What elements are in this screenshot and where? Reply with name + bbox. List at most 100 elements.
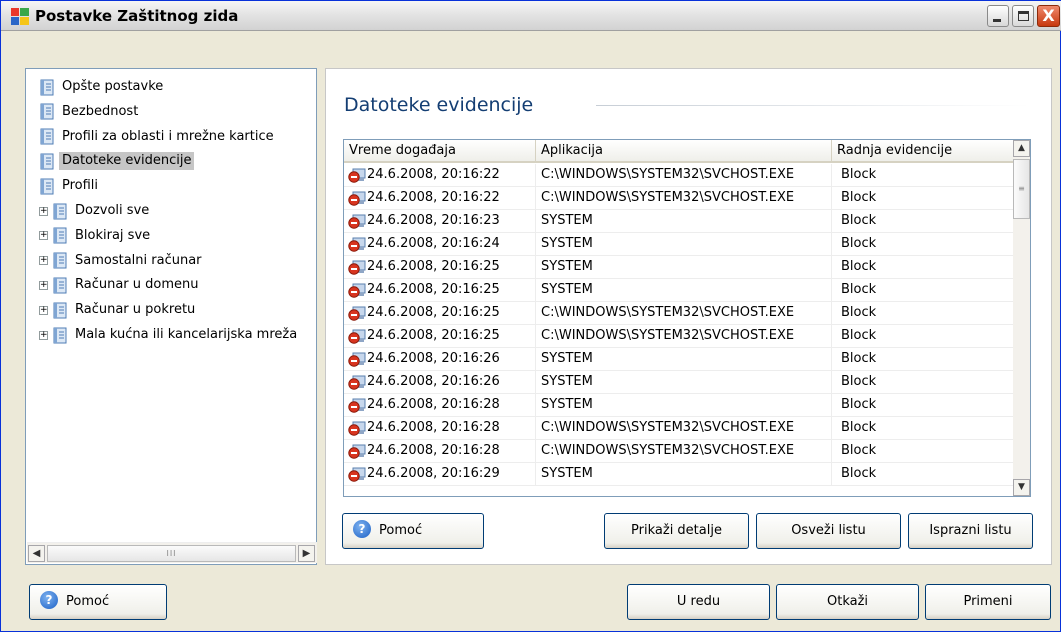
expand-icon[interactable]: + bbox=[39, 280, 48, 290]
help-icon: ? bbox=[40, 591, 58, 609]
profile-document-icon bbox=[40, 153, 54, 170]
apply-button[interactable]: Primeni bbox=[925, 584, 1051, 620]
title-bar[interactable]: Postavke Zaštitnog zida X bbox=[1, 1, 1061, 31]
tree-item[interactable]: Profili za oblasti i mrežne kartice bbox=[39, 128, 277, 146]
expand-icon[interactable]: + bbox=[39, 305, 48, 315]
tree-item[interactable]: + Samostalni računar bbox=[39, 252, 205, 270]
tree-item[interactable]: + Računar u domenu bbox=[39, 276, 202, 294]
table-header: Vreme događaja Aplikacija Radnja evidenc… bbox=[344, 140, 1019, 163]
maximize-icon bbox=[1018, 11, 1029, 21]
cell-time: 24.6.2008, 20:16:28 bbox=[344, 417, 536, 439]
cell-application: C:\WINDOWS\SYSTEM32\SVCHOST.EXE bbox=[536, 302, 832, 324]
expand-icon[interactable]: + bbox=[39, 206, 48, 216]
footer-help-button[interactable]: ? Pomoć bbox=[29, 584, 167, 620]
cell-time: 24.6.2008, 20:16:22 bbox=[344, 187, 536, 209]
cell-application: SYSTEM bbox=[536, 463, 832, 485]
table-row[interactable]: 24.6.2008, 20:16:25 SYSTEM Block bbox=[344, 279, 1019, 302]
settings-tree[interactable]: Opšte postavke Bezbednost Profili za oblas… bbox=[25, 68, 317, 565]
panel-help-label: Pomoć bbox=[379, 523, 423, 538]
column-header-time[interactable]: Vreme događaja bbox=[344, 140, 536, 161]
blocked-event-icon bbox=[348, 168, 366, 183]
scroll-right-button[interactable]: ▶ bbox=[298, 545, 315, 562]
scroll-up-button[interactable]: ▲ bbox=[1013, 140, 1030, 157]
tree-item[interactable]: Profili bbox=[39, 177, 101, 195]
avg-logo-icon bbox=[11, 8, 29, 25]
table-row[interactable]: 24.6.2008, 20:16:28 SYSTEM Block bbox=[344, 394, 1019, 417]
clear-list-button[interactable]: Isprazni listu bbox=[908, 513, 1033, 549]
table-row[interactable]: 24.6.2008, 20:16:25 C:\WINDOWS\SYSTEM32\S… bbox=[344, 302, 1019, 325]
show-details-button[interactable]: Prikaži detalje bbox=[604, 513, 749, 549]
cell-action: Block bbox=[832, 463, 1019, 485]
table-row[interactable]: 24.6.2008, 20:16:28 C:\WINDOWS\SYSTEM32\S… bbox=[344, 417, 1019, 440]
footer-help-label: Pomoć bbox=[66, 594, 110, 609]
cell-action: Block bbox=[832, 187, 1019, 209]
log-table[interactable]: Vreme događaja Aplikacija Radnja evidenc… bbox=[343, 139, 1031, 497]
table-row[interactable]: 24.6.2008, 20:16:28 C:\WINDOWS\SYSTEM32\S… bbox=[344, 440, 1019, 463]
tree-item[interactable]: Opšte postavke bbox=[39, 78, 166, 96]
cell-application: SYSTEM bbox=[536, 371, 832, 393]
cell-action: Block bbox=[832, 394, 1019, 416]
column-header-action[interactable]: Radnja evidencije bbox=[832, 140, 1019, 161]
expand-icon[interactable]: + bbox=[39, 231, 48, 241]
ok-button[interactable]: U redu bbox=[627, 584, 770, 620]
tree-item[interactable]: + Dozvoli sve bbox=[39, 202, 152, 220]
cell-application: SYSTEM bbox=[536, 348, 832, 370]
scroll-thumb[interactable]: ≡ bbox=[1013, 159, 1030, 219]
profile-document-icon bbox=[53, 302, 67, 319]
expand-icon[interactable]: + bbox=[39, 256, 48, 266]
table-row[interactable]: 24.6.2008, 20:16:23 SYSTEM Block bbox=[344, 210, 1019, 233]
cell-time: 24.6.2008, 20:16:28 bbox=[344, 394, 536, 416]
cell-time: 24.6.2008, 20:16:26 bbox=[344, 371, 536, 393]
close-button[interactable]: X bbox=[1037, 5, 1060, 27]
table-row[interactable]: 24.6.2008, 20:16:25 C:\WINDOWS\SYSTEM32\S… bbox=[344, 325, 1019, 348]
cell-time: 24.6.2008, 20:16:25 bbox=[344, 279, 536, 301]
expand-icon[interactable]: + bbox=[39, 330, 48, 340]
maximize-button[interactable] bbox=[1012, 5, 1034, 27]
tree-horizontal-scrollbar[interactable]: ◀ III ▶ bbox=[27, 542, 317, 563]
table-row[interactable]: 24.6.2008, 20:16:26 SYSTEM Block bbox=[344, 348, 1019, 371]
scroll-left-button[interactable]: ◀ bbox=[28, 545, 45, 562]
scroll-down-button[interactable]: ▼ bbox=[1013, 479, 1030, 496]
cell-application: C:\WINDOWS\SYSTEM32\SVCHOST.EXE bbox=[536, 164, 832, 186]
tree-item-label: Blokiraj sve bbox=[75, 227, 151, 243]
panel-help-button[interactable]: ? Pomoć bbox=[342, 513, 484, 549]
tree-item[interactable]: + Računar u pokretu bbox=[39, 301, 198, 319]
cell-time: 24.6.2008, 20:16:25 bbox=[344, 302, 536, 324]
table-row[interactable]: 24.6.2008, 20:16:22 C:\WINDOWS\SYSTEM32\S… bbox=[344, 164, 1019, 187]
table-row[interactable]: 24.6.2008, 20:16:25 SYSTEM Block bbox=[344, 256, 1019, 279]
blocked-event-icon bbox=[348, 352, 366, 367]
cell-time: 24.6.2008, 20:16:29 bbox=[344, 463, 536, 485]
table-row[interactable]: 24.6.2008, 20:16:29 SYSTEM Block bbox=[344, 463, 1019, 486]
cell-time-text: 24.6.2008, 20:16:23 bbox=[367, 213, 500, 228]
blocked-event-icon bbox=[348, 306, 366, 321]
cell-application: SYSTEM bbox=[536, 279, 832, 301]
blocked-event-icon bbox=[348, 444, 366, 459]
table-row[interactable]: 24.6.2008, 20:16:24 SYSTEM Block bbox=[344, 233, 1019, 256]
table-vertical-scrollbar[interactable]: ▲ ≡ ▼ bbox=[1013, 140, 1030, 496]
table-row[interactable]: 24.6.2008, 20:16:22 C:\WINDOWS\SYSTEM32\S… bbox=[344, 187, 1019, 210]
tree-item[interactable]: Datoteke evidencije bbox=[39, 152, 195, 171]
profile-document-icon bbox=[53, 227, 67, 244]
cell-time-text: 24.6.2008, 20:16:22 bbox=[367, 190, 500, 205]
table-row[interactable]: 24.6.2008, 20:16:26 SYSTEM Block bbox=[344, 371, 1019, 394]
tree-item[interactable]: + Mala kućna ili kancelarijska mreža bbox=[39, 326, 300, 344]
profile-document-icon bbox=[53, 252, 67, 269]
cell-action: Block bbox=[832, 233, 1019, 255]
tree-item-label: Računar u domenu bbox=[75, 277, 199, 293]
cell-application: C:\WINDOWS\SYSTEM32\SVCHOST.EXE bbox=[536, 325, 832, 347]
column-header-application[interactable]: Aplikacija bbox=[536, 140, 832, 161]
profile-document-icon bbox=[40, 178, 54, 195]
minimize-icon bbox=[993, 19, 1001, 22]
tree-item[interactable]: + Blokiraj sve bbox=[39, 227, 153, 245]
scroll-thumb[interactable]: III bbox=[47, 545, 296, 562]
cell-time-text: 24.6.2008, 20:16:25 bbox=[367, 305, 500, 320]
refresh-list-button[interactable]: Osveži listu bbox=[756, 513, 901, 549]
cancel-button[interactable]: Otkaži bbox=[776, 584, 919, 620]
cell-action: Block bbox=[832, 417, 1019, 439]
tree-item[interactable]: Bezbednost bbox=[39, 103, 141, 121]
minimize-button[interactable] bbox=[987, 5, 1009, 27]
tree-item-label: Opšte postavke bbox=[62, 79, 164, 94]
cell-action: Block bbox=[832, 371, 1019, 393]
cell-time-text: 24.6.2008, 20:16:29 bbox=[367, 466, 500, 481]
panel-title: Datoteke evidencije bbox=[344, 94, 534, 116]
